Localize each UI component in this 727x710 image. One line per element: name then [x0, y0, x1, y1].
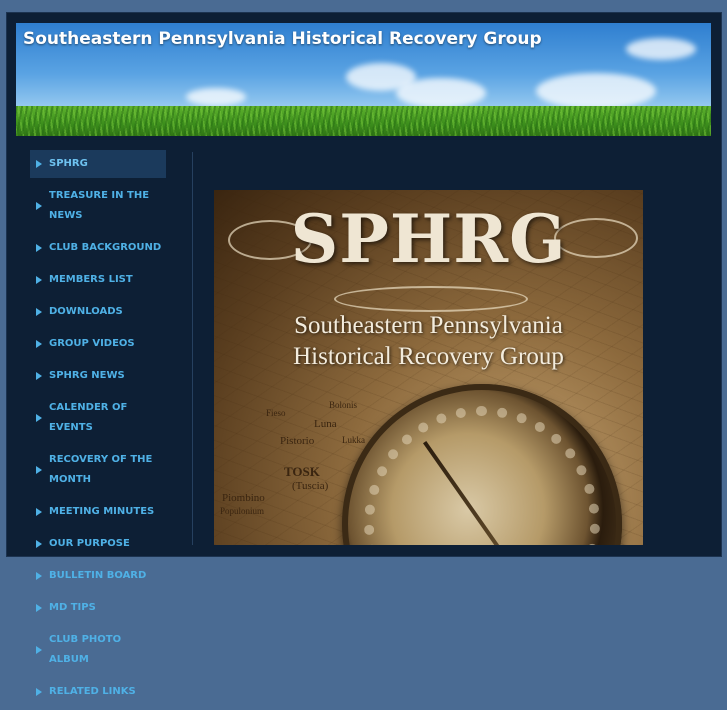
map-label: Luna — [314, 418, 337, 430]
arrow-right-icon — [36, 202, 42, 210]
cloud-decoration — [626, 38, 696, 60]
arrow-right-icon — [36, 244, 42, 252]
nav-item-label: BULLETIN BOARD — [49, 570, 147, 581]
nav-item-label: SPHRG — [49, 158, 88, 169]
map-label: TOSK — [284, 464, 320, 479]
map-label: Fieso — [266, 408, 286, 418]
grass-decoration — [16, 106, 711, 136]
arrow-right-icon — [36, 276, 42, 284]
nav-item[interactable]: SPHRG NEWS — [30, 362, 166, 390]
sphrg-logo-text: SPHRG — [290, 200, 567, 278]
nav-item-label: TREASURE IN THE NEWS — [49, 190, 150, 221]
nav-item-label: CLUB BACKGROUND — [49, 242, 162, 253]
nav-item[interactable]: BULLETIN BOARD — [30, 562, 166, 590]
hero-subtitle-line1: Southeastern Pennsylvania — [294, 312, 563, 339]
arrow-right-icon — [36, 688, 42, 696]
nav-item-label: SPHRG NEWS — [49, 370, 125, 381]
map-label: Bolonis — [329, 400, 358, 410]
nav-item[interactable]: GROUP VIDEOS — [30, 330, 166, 358]
nav-item[interactable]: MEETING MINUTES — [30, 498, 166, 526]
cloud-decoration — [396, 78, 486, 108]
cloud-decoration — [536, 73, 656, 109]
cloud-decoration — [186, 88, 246, 106]
nav-item[interactable]: DOWNLOADS — [30, 298, 166, 326]
arrow-right-icon — [36, 160, 42, 168]
nav-item[interactable]: SPHRG — [30, 150, 166, 178]
nav-item[interactable]: CALENDER OF EVENTS — [30, 394, 166, 442]
arrow-right-icon — [36, 572, 42, 580]
nav-item[interactable]: RECOVERY OF THE MONTH — [30, 446, 166, 494]
nav-item[interactable]: CLUB BACKGROUND — [30, 234, 166, 262]
arrow-right-icon — [36, 466, 42, 474]
hero-subtitle-line2: Historical Recovery Group — [293, 343, 564, 370]
hero-image: Luna Pistorio TOSK (Tuscia) Piombino Pop… — [214, 190, 643, 545]
map-label: Lukka — [342, 435, 365, 445]
arrow-right-icon — [36, 414, 42, 422]
sidebar-divider — [192, 152, 193, 545]
logo-swash-bottom — [334, 286, 528, 312]
nav-item-label: MD TIPS — [49, 602, 96, 613]
arrow-right-icon — [36, 508, 42, 516]
map-label: Piombino — [222, 492, 265, 504]
site-title[interactable]: Southeastern Pennsylvania Historical Rec… — [23, 29, 542, 49]
arrow-right-icon — [36, 604, 42, 612]
nav-item-label: OUR PURPOSE — [49, 538, 130, 549]
nav-item-label: GROUP VIDEOS — [49, 338, 135, 349]
nav-item-label: CALENDER OF EVENTS — [49, 402, 128, 433]
nav-item-label: DOWNLOADS — [49, 306, 123, 317]
arrow-right-icon — [36, 372, 42, 380]
nav-item[interactable]: RELATED LINKS — [30, 678, 166, 706]
arrow-right-icon — [36, 540, 42, 548]
map-label: (Tuscia) — [292, 480, 329, 492]
arrow-right-icon — [36, 646, 42, 654]
nav-item-label: MEETING MINUTES — [49, 506, 155, 517]
sidebar-nav: SPHRG TREASURE IN THE NEWS CLUB BACKGROUND… — [30, 150, 166, 710]
nav-item-label: MEMBERS LIST — [49, 274, 133, 285]
nav-item[interactable]: OUR PURPOSE — [30, 530, 166, 558]
nav-item-label: RELATED LINKS — [49, 686, 136, 697]
arrow-right-icon — [36, 308, 42, 316]
nav-item-label: RECOVERY OF THE MONTH — [49, 454, 153, 485]
nav-item-label: CLUB PHOTO ALBUM — [49, 634, 122, 665]
map-label: Pistorio — [280, 435, 315, 447]
nav-item[interactable]: TREASURE IN THE NEWS — [30, 182, 166, 230]
arrow-right-icon — [36, 340, 42, 348]
header-banner: Southeastern Pennsylvania Historical Rec… — [16, 23, 711, 136]
map-label: Populonium — [220, 506, 265, 516]
nav-item[interactable]: MEMBERS LIST — [30, 266, 166, 294]
nav-item[interactable]: CLUB PHOTO ALBUM — [30, 626, 166, 674]
nav-item[interactable]: MD TIPS — [30, 594, 166, 622]
